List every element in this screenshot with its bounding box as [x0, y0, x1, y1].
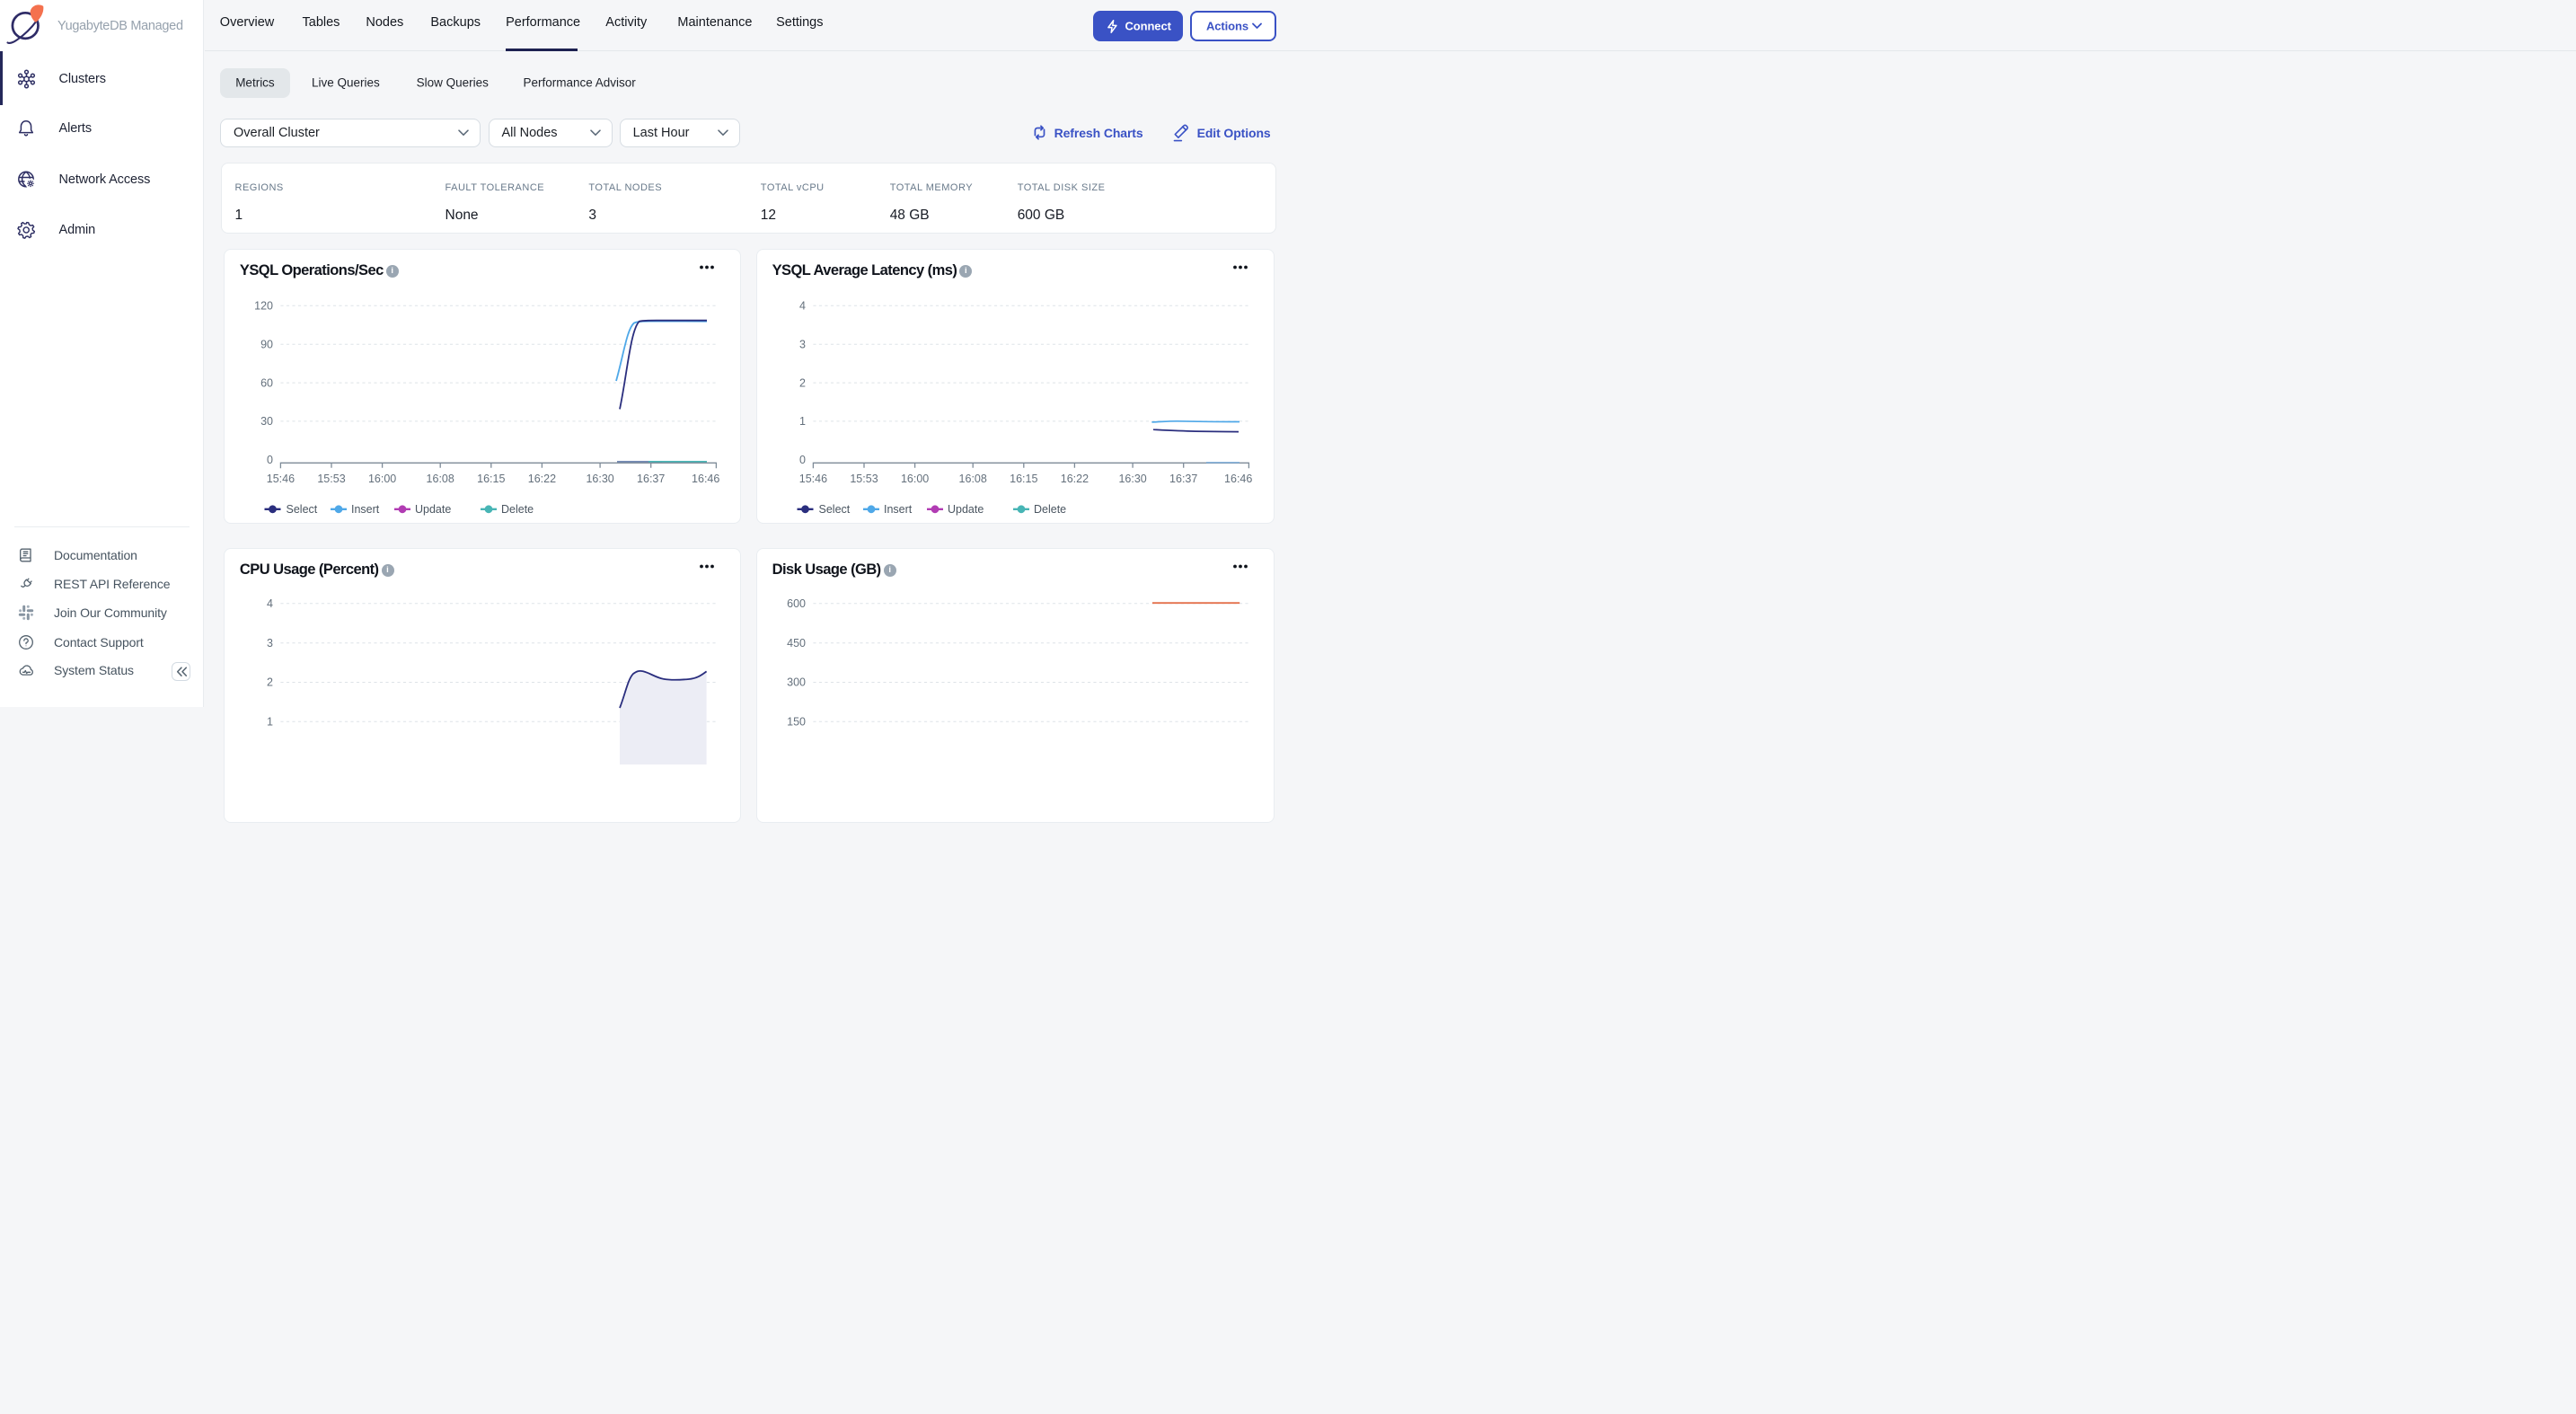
- svg-text:1: 1: [267, 716, 273, 729]
- svg-text:Insert: Insert: [351, 503, 380, 516]
- svg-text:4: 4: [267, 597, 273, 610]
- svg-text:150: 150: [787, 716, 806, 729]
- svg-text:2: 2: [799, 376, 806, 389]
- svg-text:16:46: 16:46: [692, 473, 719, 485]
- svg-text:16:15: 16:15: [477, 473, 505, 485]
- svg-text:0: 0: [267, 454, 273, 466]
- svg-text:2: 2: [267, 676, 273, 689]
- svg-text:60: 60: [260, 376, 273, 389]
- svg-text:16:00: 16:00: [368, 473, 396, 485]
- svg-text:15:46: 15:46: [267, 473, 295, 485]
- svg-text:Delete: Delete: [1034, 503, 1066, 516]
- svg-text:Update: Update: [415, 503, 451, 516]
- svg-text:Insert: Insert: [884, 503, 913, 516]
- svg-text:Update: Update: [948, 503, 984, 516]
- svg-text:16:08: 16:08: [958, 473, 986, 485]
- svg-text:450: 450: [787, 637, 806, 650]
- svg-text:120: 120: [254, 299, 273, 312]
- svg-text:16:15: 16:15: [1010, 473, 1037, 485]
- svg-text:15:53: 15:53: [850, 473, 878, 485]
- svg-text:16:37: 16:37: [1169, 473, 1197, 485]
- svg-text:16:22: 16:22: [1060, 473, 1088, 485]
- svg-text:600: 600: [787, 597, 806, 610]
- svg-text:Select: Select: [818, 503, 850, 516]
- svg-text:Delete: Delete: [501, 503, 534, 516]
- svg-text:16:00: 16:00: [901, 473, 929, 485]
- svg-text:16:22: 16:22: [528, 473, 556, 485]
- svg-text:3: 3: [799, 338, 806, 350]
- svg-text:300: 300: [787, 676, 806, 689]
- svg-text:16:37: 16:37: [637, 473, 665, 485]
- svg-text:4: 4: [799, 299, 806, 312]
- svg-text:16:30: 16:30: [1118, 473, 1146, 485]
- svg-text:16:30: 16:30: [586, 473, 613, 485]
- svg-text:0: 0: [799, 454, 806, 466]
- svg-text:Select: Select: [286, 503, 317, 516]
- svg-text:16:46: 16:46: [1224, 473, 1252, 485]
- svg-text:3: 3: [267, 637, 273, 650]
- svg-text:15:53: 15:53: [317, 473, 345, 485]
- svg-text:30: 30: [260, 415, 273, 428]
- svg-text:15:46: 15:46: [798, 473, 826, 485]
- svg-text:16:08: 16:08: [426, 473, 454, 485]
- svg-text:1: 1: [799, 415, 806, 428]
- svg-text:90: 90: [260, 338, 273, 350]
